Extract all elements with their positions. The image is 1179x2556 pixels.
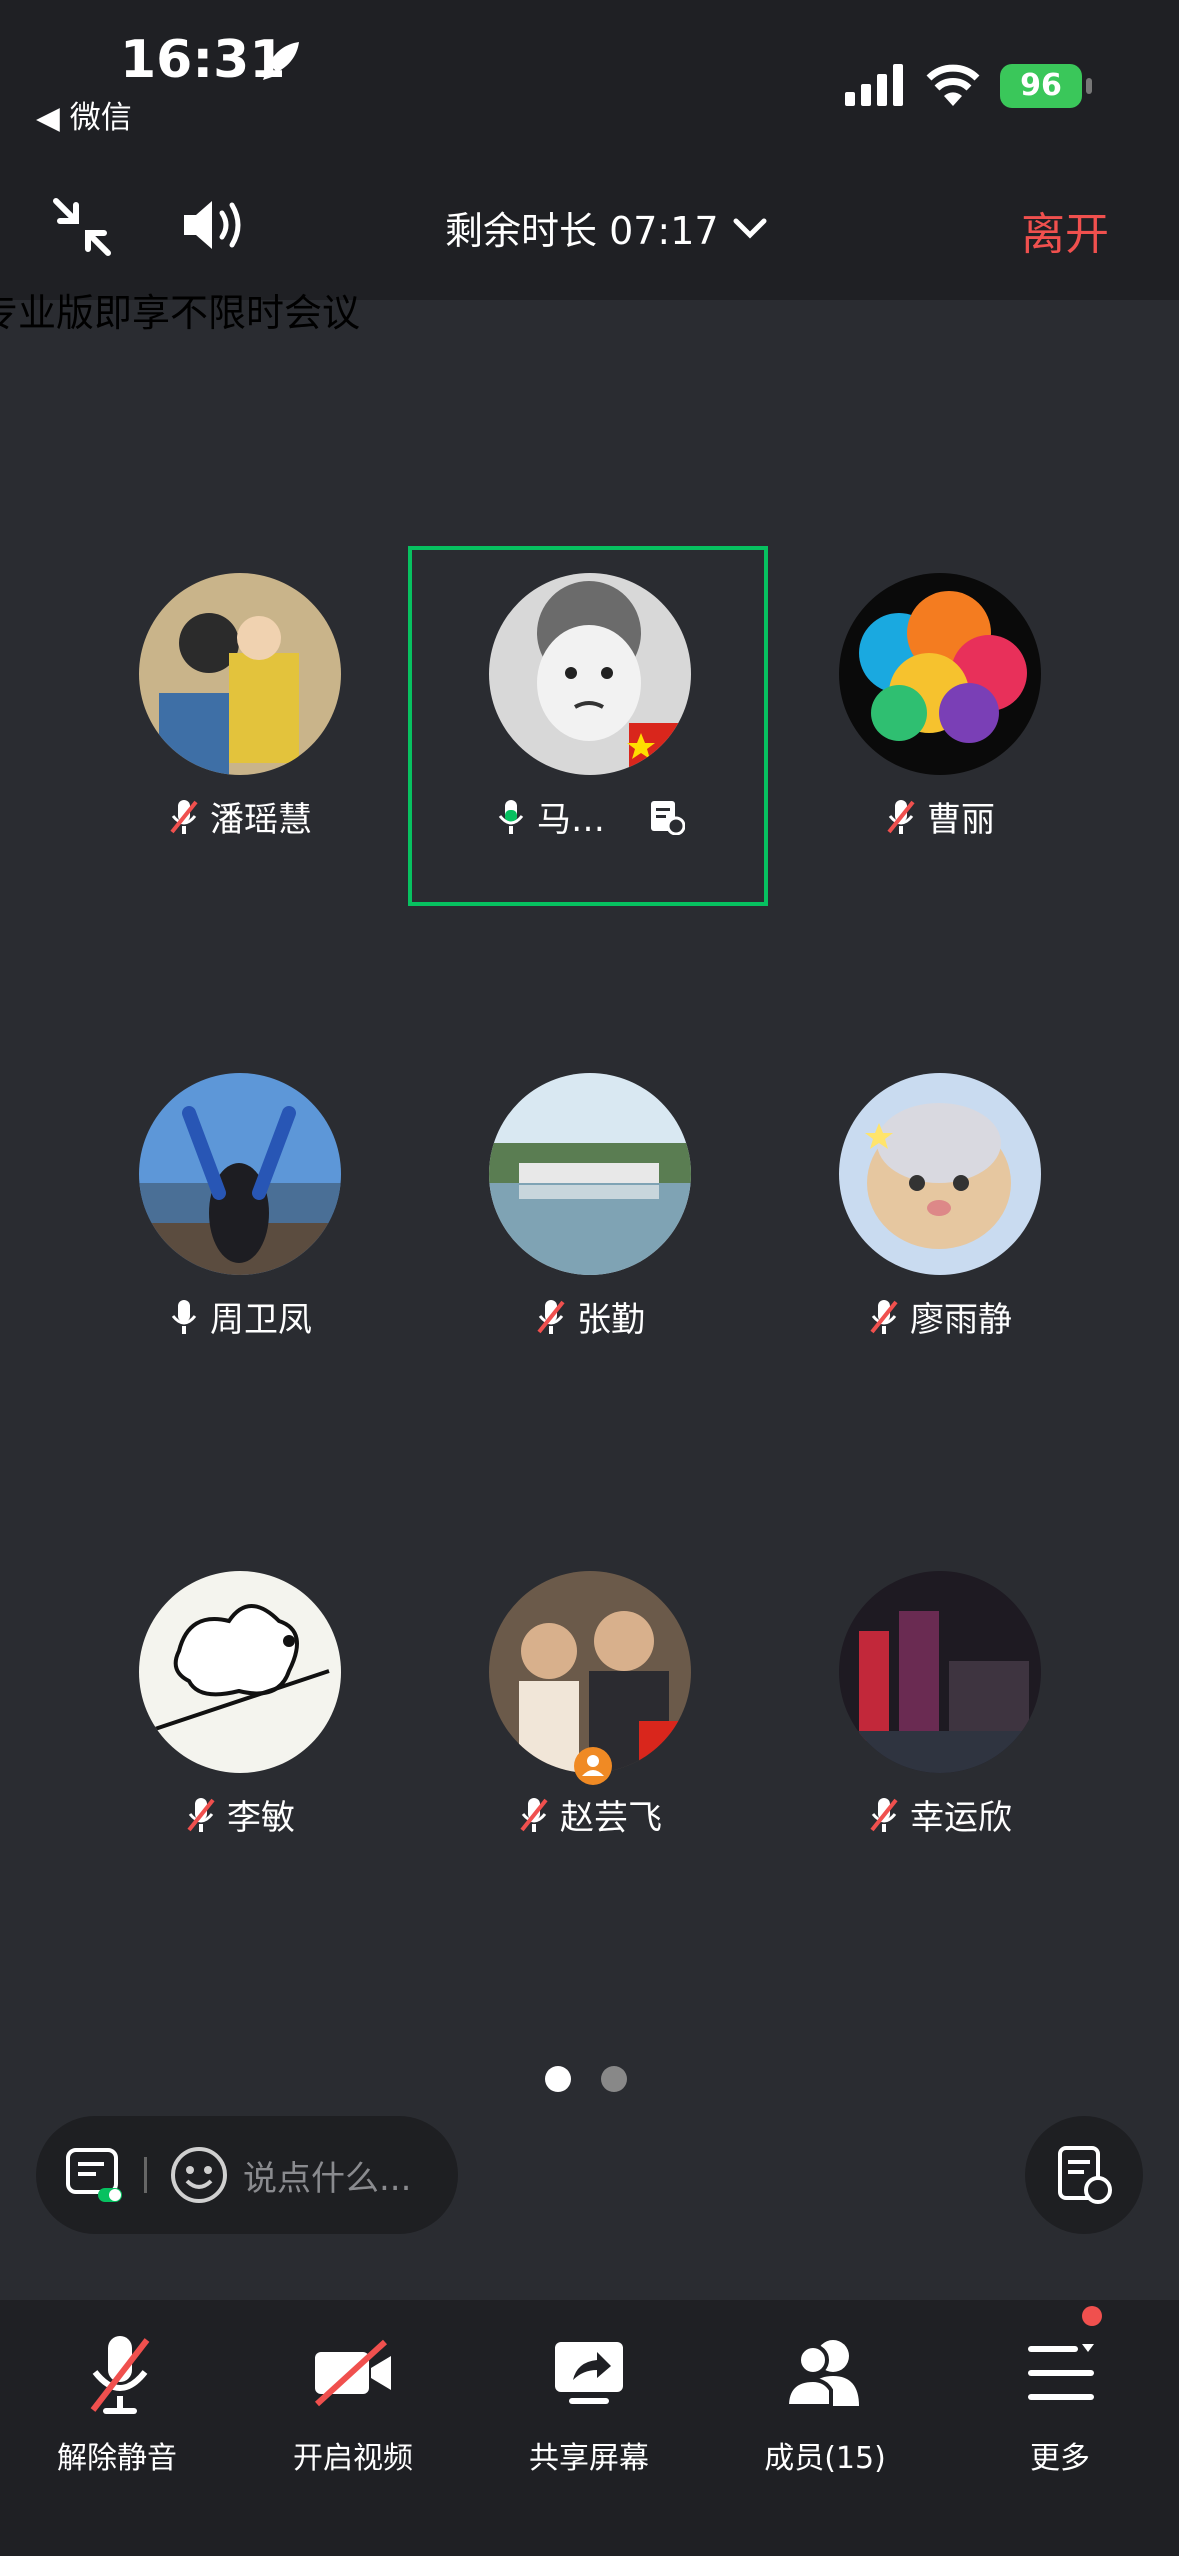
avatar (489, 1073, 691, 1275)
participant-tile[interactable]: 李敏 (60, 1538, 420, 1898)
divider (144, 2157, 147, 2193)
meeting-notes-button[interactable] (1025, 2116, 1143, 2234)
meeting-timer[interactable]: 剩余时长 07:17 (445, 200, 767, 255)
notes-icon (1058, 2146, 1112, 2204)
timer-text: 剩余时长 07:17 (445, 209, 719, 253)
members-button[interactable]: 成员(15) (725, 2328, 925, 2478)
mic-muted-icon (170, 799, 198, 834)
battery-cap (1086, 78, 1092, 94)
mic-muted-icon (870, 1797, 898, 1832)
participant-tile[interactable]: 赵芸飞 (410, 1538, 770, 1898)
participant-name-row: 幸运欣 (760, 1790, 1120, 1839)
participant-name: 张勤 (577, 1300, 645, 1340)
unmute-button[interactable]: 解除静音 (17, 2328, 217, 2478)
mic-muted-icon (90, 2336, 150, 2414)
more-menu-icon (1028, 2344, 1094, 2400)
chevron-down-icon (733, 218, 767, 239)
share-screen-button[interactable]: 共享屏幕 (489, 2328, 689, 2478)
participant-name-row: 赵芸飞 (410, 1790, 770, 1839)
start-video-button[interactable]: 开启视频 (253, 2328, 453, 2478)
minimize-icon[interactable] (50, 195, 114, 259)
participant-name: 曹丽 (927, 800, 995, 840)
avatar (139, 1073, 341, 1275)
participant-name-row: 潘瑶慧 (60, 792, 420, 841)
signal-icon (845, 64, 903, 106)
host-badge-icon (574, 1747, 612, 1785)
more-label: 更多 (1030, 2441, 1090, 2476)
participant-tile[interactable]: 周卫凤 (60, 1040, 420, 1400)
upgrade-banner-text: 专业版即享不限时会议 (0, 291, 361, 335)
participant-tile[interactable]: 潘瑶慧 (60, 540, 420, 900)
more-button[interactable]: 更多 (960, 2328, 1160, 2478)
members-icon (785, 2340, 859, 2408)
notification-badge (1082, 2306, 1102, 2326)
avatar (489, 1571, 691, 1773)
members-label: 成员(15) (764, 2441, 886, 2476)
participant-name-row: 廖雨静 (760, 1292, 1120, 1341)
chat-input-bar[interactable]: 说点什么... (36, 2116, 458, 2234)
mic-muted-icon (187, 1797, 215, 1832)
mic-muted-icon (870, 1299, 898, 1334)
start-video-label: 开启视频 (293, 2441, 413, 2476)
rocket-icon (263, 42, 299, 80)
wifi-icon (926, 64, 980, 106)
mic-muted-icon (887, 799, 915, 834)
participant-name: 幸运欣 (910, 1798, 1012, 1838)
participant-name-row: 张勤 (410, 1292, 770, 1341)
battery-indicator: 96 (1000, 64, 1082, 108)
participant-name: 潘瑶慧 (210, 800, 312, 840)
participant-tile[interactable]: 幸运欣 (760, 1538, 1120, 1898)
unmute-label: 解除静音 (57, 2441, 177, 2476)
participant-name-row: 李敏 (60, 1790, 420, 1839)
mic-on-icon (171, 1299, 197, 1334)
participant-tile[interactable]: 曹丽 (760, 540, 1120, 900)
participant-name: 周卫凤 (210, 1300, 312, 1340)
avatar (839, 1073, 1041, 1275)
captions-toggle-icon[interactable] (64, 2144, 126, 2206)
mic-muted-icon (520, 1797, 548, 1832)
speaker-icon[interactable] (180, 195, 250, 255)
avatar (139, 1571, 341, 1773)
video-off-icon (314, 2339, 391, 2407)
back-to-wechat[interactable]: ◀ 微信 (36, 92, 132, 137)
avatar (839, 573, 1041, 775)
leave-button[interactable]: 离开 (1021, 198, 1109, 262)
emoji-icon[interactable] (169, 2145, 229, 2205)
share-screen-icon (555, 2342, 623, 2404)
active-speaker-frame (408, 546, 768, 906)
share-screen-label: 共享屏幕 (529, 2441, 649, 2476)
participant-name: 李敏 (227, 1798, 295, 1838)
avatar (139, 573, 341, 775)
participant-name: 赵芸飞 (560, 1798, 662, 1838)
avatar (839, 1571, 1041, 1773)
chat-placeholder[interactable]: 说点什么... (243, 2151, 411, 2200)
participant-tile[interactable]: 廖雨静 (760, 1040, 1120, 1400)
page-dot-current[interactable] (545, 2066, 571, 2092)
participant-name-row: 周卫凤 (60, 1292, 420, 1341)
participant-name-row: 曹丽 (760, 792, 1120, 841)
participant-tile[interactable]: 张勤 (410, 1040, 770, 1400)
page-indicator[interactable] (545, 2066, 627, 2092)
mic-muted-icon (537, 1299, 565, 1334)
page-dot[interactable] (601, 2066, 627, 2092)
participant-name: 廖雨静 (910, 1300, 1012, 1340)
